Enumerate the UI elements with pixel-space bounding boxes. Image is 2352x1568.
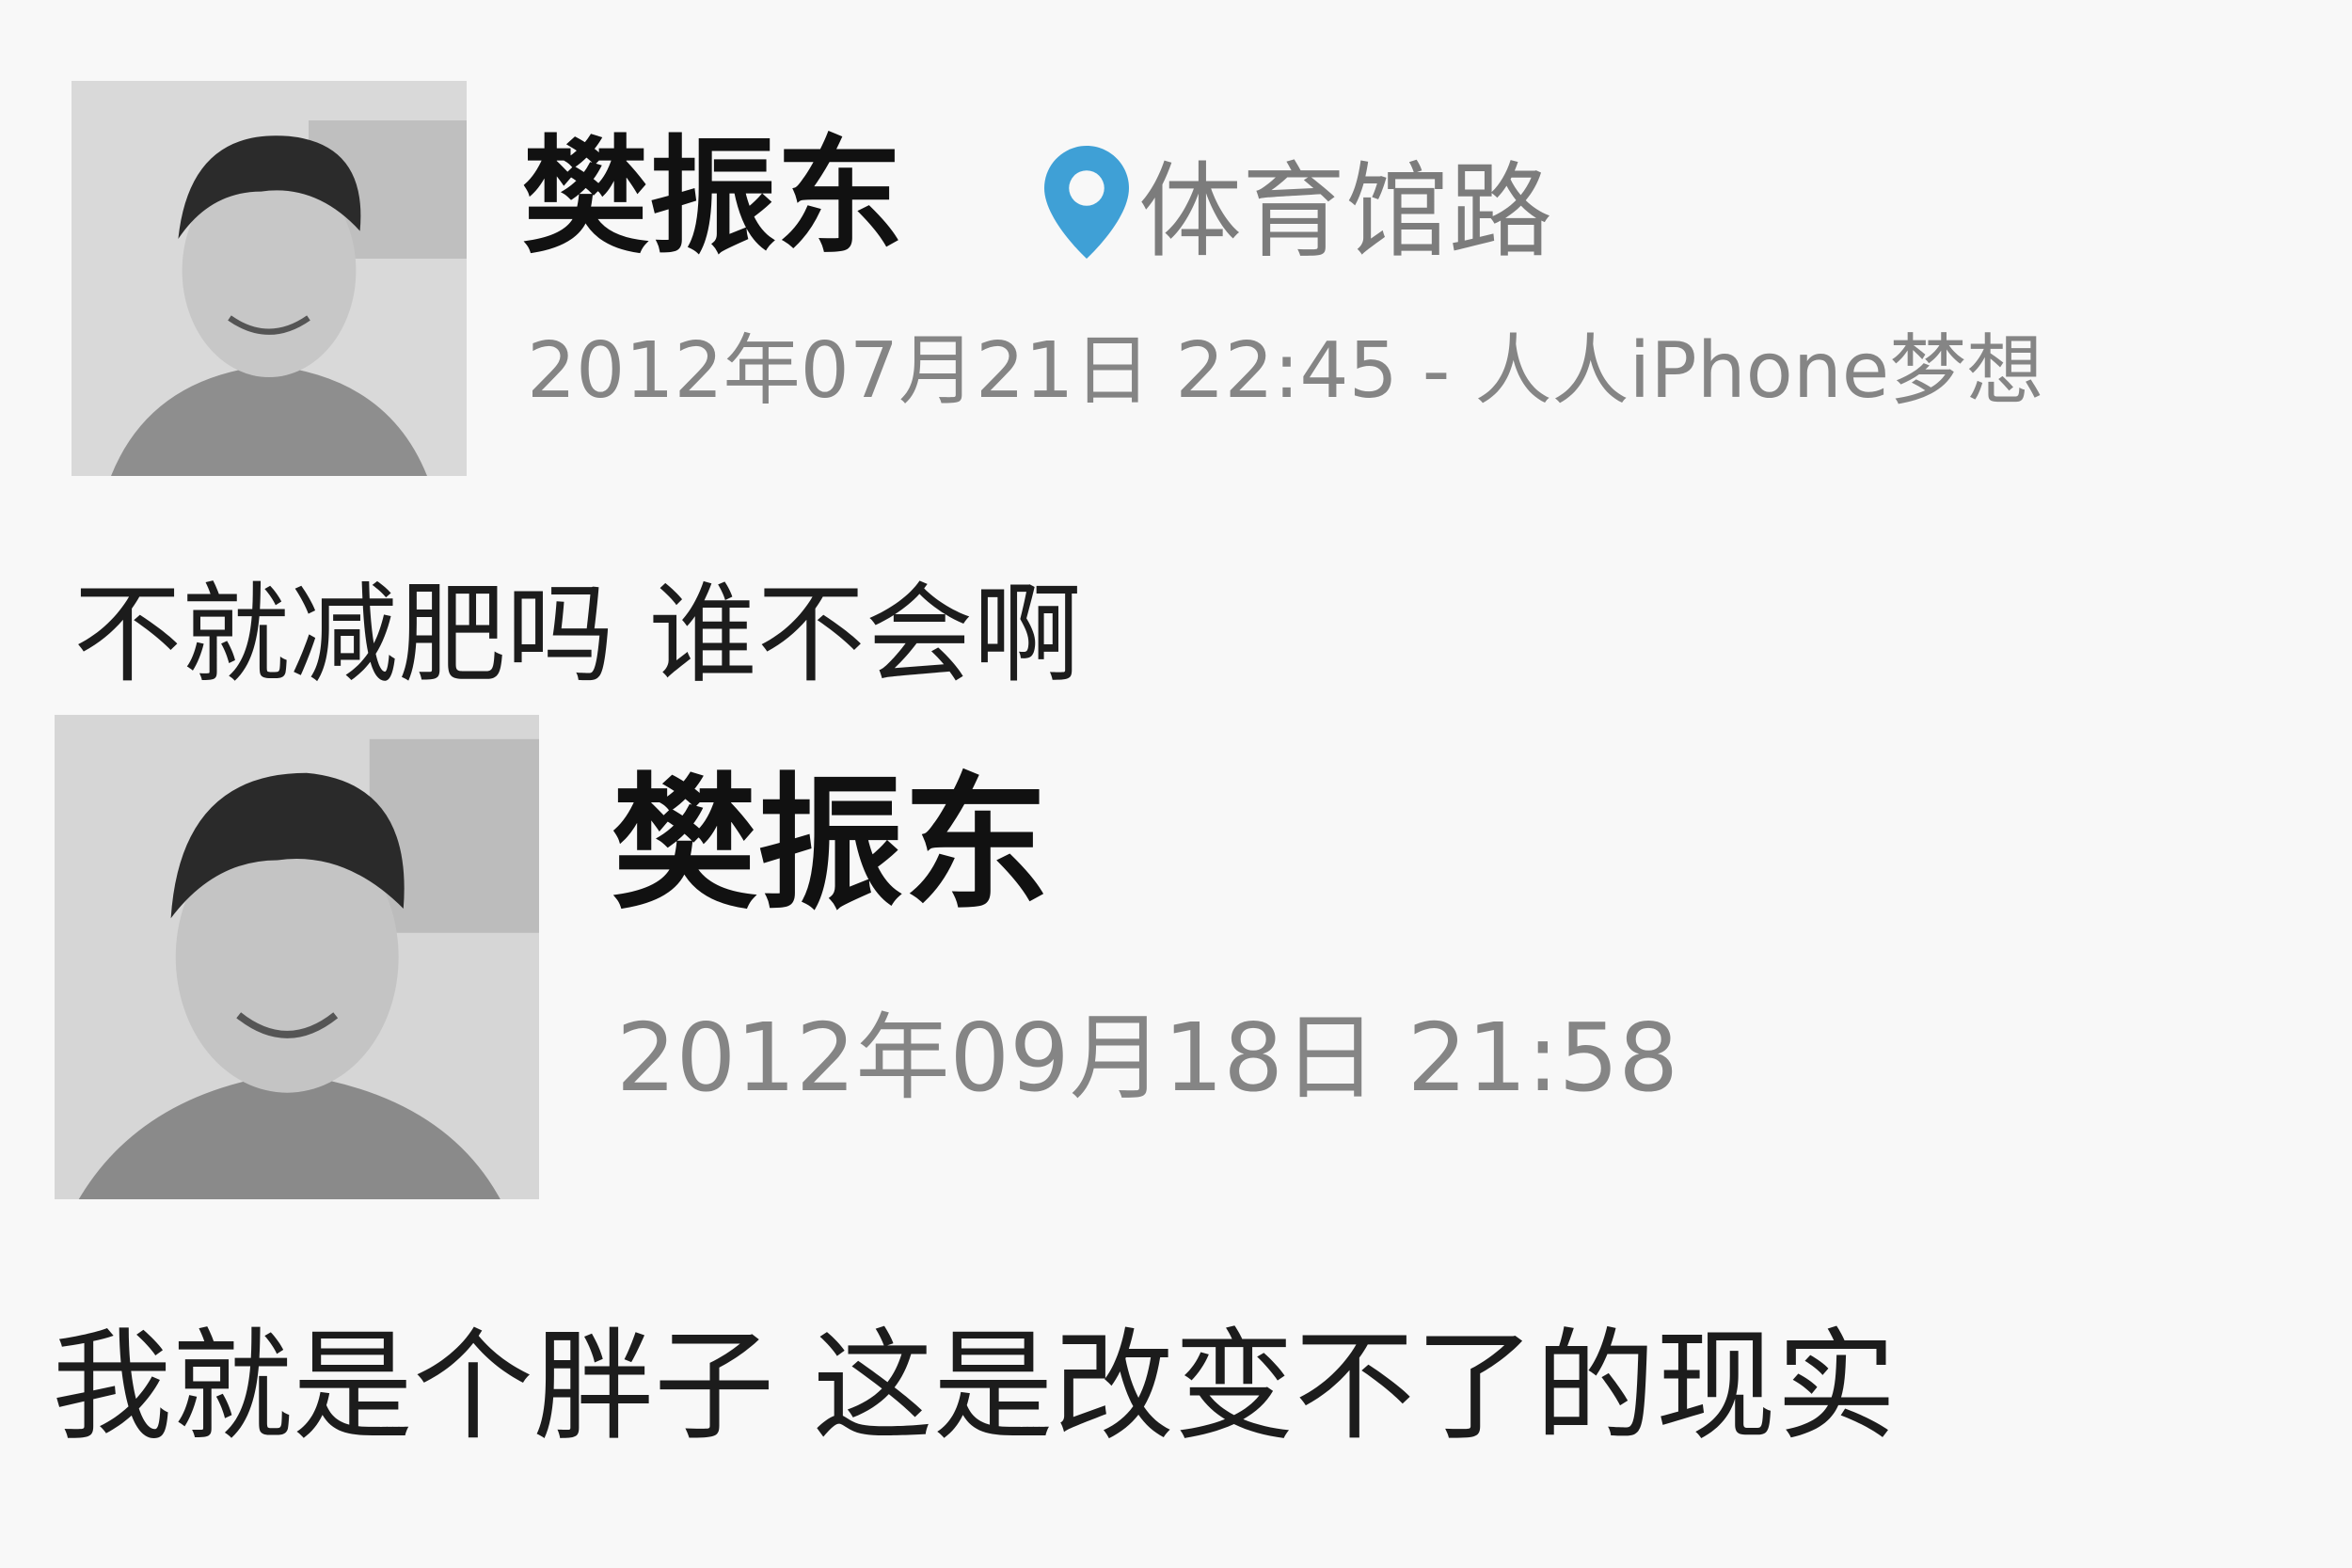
username[interactable]: 樊振东	[522, 122, 903, 273]
location-label: 体育馆路	[1138, 151, 1552, 272]
post-timestamp: 2012年09月18日 21:58	[616, 1003, 1678, 1113]
avatar[interactable]	[55, 715, 539, 1199]
avatar-photo	[72, 81, 467, 476]
location-pin-icon	[1044, 146, 1129, 259]
avatar[interactable]	[72, 81, 467, 476]
post-content: 不就减肥吗 谁不会啊	[73, 572, 1082, 698]
post-2: 樊振东 2012年09月18日 21:58 我就是个胖子 这是改变不了的现实	[0, 696, 2352, 1568]
avatar-photo	[55, 715, 539, 1199]
post-timestamp: 2012年07月21日 22:45 - 人人iPhone梦想	[527, 326, 2044, 416]
location-tag[interactable]: 体育馆路	[1044, 136, 1552, 272]
username[interactable]: 樊振东	[612, 757, 1049, 931]
post-1: 樊振东 体育馆路 2012年07月21日 22:45 - 人人iPhone梦想 …	[0, 0, 2352, 698]
post-content: 我就是个胖子 这是改变不了的现实	[52, 1317, 1897, 1457]
